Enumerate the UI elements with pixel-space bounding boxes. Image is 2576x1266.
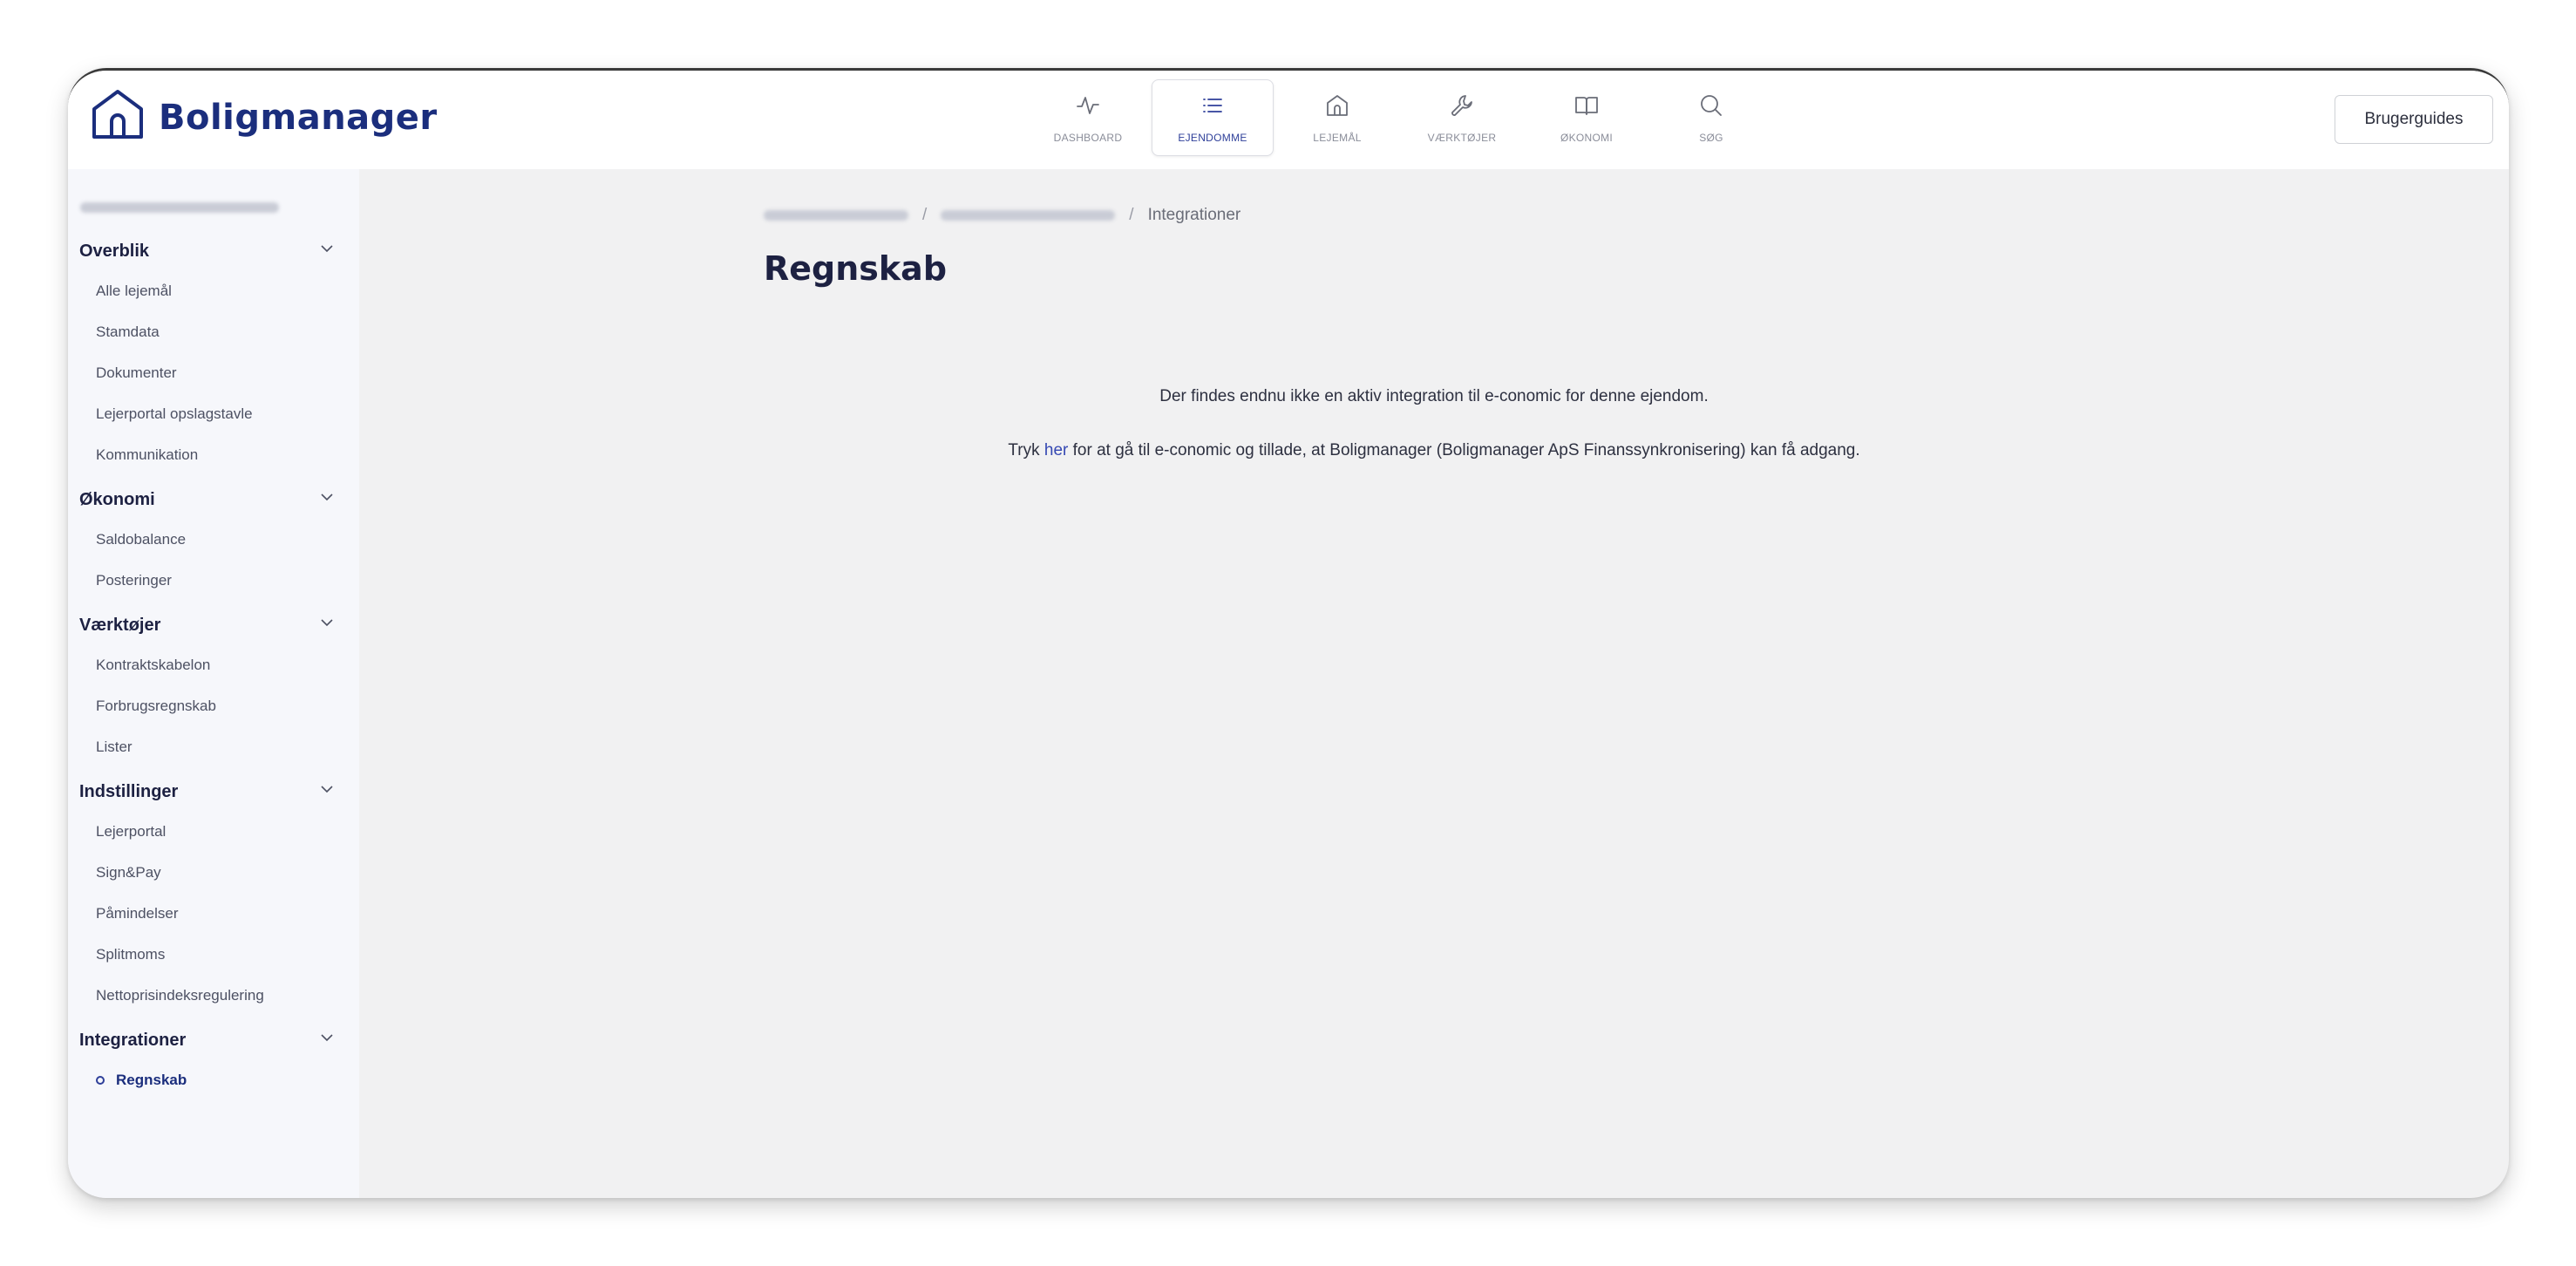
nav-dashboard[interactable]: DASHBOARD (1027, 79, 1149, 156)
sidebar-section-header[interactable]: Værktøjer (68, 606, 359, 644)
sidebar-section-integrationer: Integrationer Regnskab (68, 1021, 359, 1100)
sidebar-section-overblik: Overblik Alle lejemål Stamdata Dokumente… (68, 232, 359, 475)
sidebar-item-stamdata[interactable]: Stamdata (68, 311, 359, 352)
sidebar-item-forbrugsregnskab[interactable]: Forbrugsregnskab (68, 685, 359, 726)
top-bar: Boligmanager DASHBOARD EJENDOMME LEJEMÅL… (68, 71, 2509, 169)
nav-lejemaal[interactable]: LEJEMÅL (1276, 79, 1398, 156)
activity-icon (1075, 92, 1101, 132)
sidebar-item-label: Regnskab (116, 1071, 187, 1088)
chevron-down-icon (319, 489, 335, 510)
sidebar-item-dokumenter[interactable]: Dokumenter (68, 352, 359, 393)
chevron-down-icon (319, 615, 335, 636)
sidebar-section-indstillinger: Indstillinger Lejerportal Sign&Pay Påmin… (68, 773, 359, 1016)
sidebar-item-splitmoms[interactable]: Splitmoms (68, 934, 359, 975)
instructions-suffix: for at gå til e-conomic og tillade, at B… (1068, 441, 1860, 459)
nav-ejendomme[interactable]: EJENDOMME (1152, 79, 1274, 156)
breadcrumb-separator: / (1129, 206, 1134, 224)
page-title: Regnskab (764, 249, 948, 288)
main-content: / / Integrationer Regnskab Der findes en… (359, 169, 2509, 1198)
nav-label: DASHBOARD (1053, 131, 1123, 144)
sidebar-item-alle-lejemaal[interactable]: Alle lejemål (68, 270, 359, 311)
section-title: Økonomi (79, 489, 155, 509)
active-dot-icon (96, 1075, 105, 1085)
sidebar-item-nettoprisindeksregulering[interactable]: Nettoprisindeksregulering (68, 975, 359, 1016)
nav-label: ØKONOMI (1560, 131, 1614, 144)
nav-oekonomi[interactable]: ØKONOMI (1526, 79, 1648, 156)
integration-instructions: Tryk her for at gå til e-conomic og till… (359, 441, 2509, 460)
no-integration-message: Der findes endnu ikke en aktiv integrati… (1159, 387, 1709, 405)
section-title: Overblik (79, 241, 150, 261)
property-name-blurred (80, 188, 359, 227)
sidebar-section-header[interactable]: Økonomi (68, 480, 359, 519)
logo[interactable]: Boligmanager (89, 86, 438, 148)
sidebar-item-kommunikation[interactable]: Kommunikation (68, 434, 359, 475)
economic-link[interactable]: her (1044, 441, 1068, 459)
nav-soeg[interactable]: SØG (1650, 79, 1772, 156)
sidebar: Overblik Alle lejemål Stamdata Dokumente… (68, 169, 359, 1198)
breadcrumb-item-blurred[interactable] (941, 206, 1116, 225)
nav-label: EJENDOMME (1178, 131, 1247, 144)
nav-label: SØG (1699, 131, 1723, 144)
app-window: Boligmanager DASHBOARD EJENDOMME LEJEMÅL… (68, 68, 2509, 1198)
breadcrumb: / / Integrationer (764, 206, 1240, 225)
wrench-icon (1449, 92, 1475, 132)
instructions-prefix: Tryk (1008, 441, 1044, 459)
sidebar-item-paamindelser[interactable]: Påmindelser (68, 893, 359, 934)
sidebar-item-posteringer[interactable]: Posteringer (68, 560, 359, 601)
sidebar-item-saldobalance[interactable]: Saldobalance (68, 519, 359, 560)
house-icon (1324, 92, 1350, 132)
chevron-down-icon (319, 781, 335, 802)
sidebar-item-lejerportal-opslagstavle[interactable]: Lejerportal opslagstavle (68, 393, 359, 434)
logo-text: Boligmanager (159, 97, 438, 138)
breadcrumb-separator: / (922, 206, 928, 224)
sidebar-item-lister[interactable]: Lister (68, 726, 359, 767)
sidebar-item-lejerportal[interactable]: Lejerportal (68, 811, 359, 852)
user-guides-button[interactable]: Brugerguides (2335, 95, 2493, 144)
nav-vaerktoejer[interactable]: VÆRKTØJER (1401, 79, 1523, 156)
breadcrumb-item-blurred[interactable] (764, 206, 908, 225)
sidebar-section-vaerktoejer: Værktøjer Kontraktskabelon Forbrugsregns… (68, 606, 359, 767)
section-title: Værktøjer (79, 615, 161, 635)
chevron-down-icon (319, 241, 335, 262)
sidebar-section-oekonomi: Økonomi Saldobalance Posteringer (68, 480, 359, 601)
section-title: Indstillinger (79, 781, 179, 801)
breadcrumb-current: Integrationer (1147, 206, 1241, 224)
sidebar-section-header[interactable]: Integrationer (68, 1021, 359, 1059)
chevron-down-icon (319, 1030, 335, 1051)
sidebar-item-regnskab[interactable]: Regnskab (68, 1059, 359, 1100)
search-icon (1698, 92, 1724, 132)
main-nav: DASHBOARD EJENDOMME LEJEMÅL VÆRKTØJER ØK… (1027, 79, 1775, 156)
sidebar-section-header[interactable]: Indstillinger (68, 773, 359, 811)
sidebar-section-header[interactable]: Overblik (68, 232, 359, 270)
section-title: Integrationer (79, 1030, 187, 1050)
list-icon (1200, 92, 1226, 132)
nav-label: LEJEMÅL (1313, 131, 1362, 144)
book-icon (1573, 92, 1600, 132)
house-logo-icon (89, 86, 146, 148)
sidebar-item-kontraktskabelon[interactable]: Kontraktskabelon (68, 644, 359, 685)
nav-label: VÆRKTØJER (1427, 131, 1497, 144)
sidebar-item-signpay[interactable]: Sign&Pay (68, 852, 359, 893)
